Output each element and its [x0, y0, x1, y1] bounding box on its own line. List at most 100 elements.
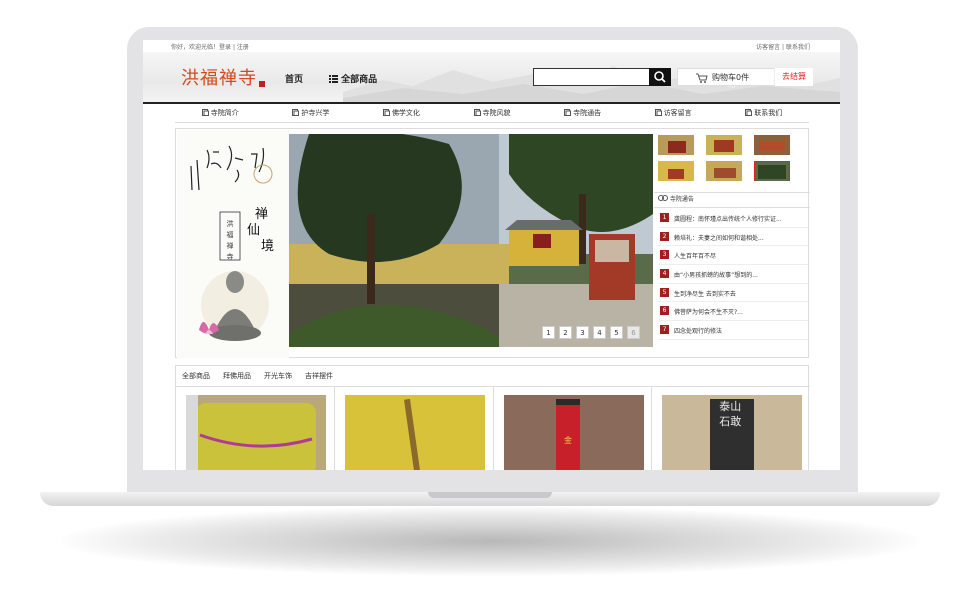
thumbnail-1[interactable] [658, 135, 694, 155]
notice-number: 4 [660, 269, 669, 279]
menu-label: 寺院简介 [210, 109, 239, 117]
site-header: 洪福禅寺 首页 全部商品 购物车0件 去结算 [143, 52, 840, 102]
thumbnail-2[interactable] [706, 135, 742, 155]
menu-item-intro[interactable]: 寺院简介 [175, 104, 266, 122]
contact-link[interactable]: 联系我们 [786, 44, 810, 51]
notice-number: 3 [660, 250, 669, 260]
logo-seal [259, 81, 265, 87]
product-card[interactable]: 金 [494, 387, 653, 470]
product-cards: 金 泰山石敢 [176, 387, 810, 470]
notice-list: 1 龚圆程：南怀瑾点出传统个人修行实证... 2 赖培礼：夫妻之间如何和谐相处...… [658, 209, 808, 340]
slider-page-1[interactable]: 1 [542, 326, 555, 339]
slider-page-5[interactable]: 5 [610, 326, 623, 339]
nav-all-products-label: 全部商品 [341, 75, 378, 85]
notice-item[interactable]: 5 生到净尽生 去到实不去 [658, 284, 808, 303]
thumbnail-3[interactable] [754, 135, 790, 155]
product-section: 全部商品 拜佛用品 开光车饰 吉祥摆件 金 泰山石敢 [175, 365, 810, 470]
buddha-calligraphy-image: 洪 福 禅 寺 禅 仙 境 [190, 145, 274, 341]
product-image-red-tube: 金 [503, 395, 644, 470]
menu-page-icon [473, 109, 481, 116]
thumbnail-4[interactable] [658, 161, 694, 181]
notice-item[interactable]: 6 佛菩萨为何会不生不灭?... [658, 302, 808, 322]
menu-item-culture[interactable]: 佛学文化 [356, 104, 447, 122]
main-menu: 寺院简介 护寺兴学 佛学文化 寺院风貌 寺院通告 访客留言 联系我们 [175, 104, 809, 122]
notice-text: 赖培礼：夫妻之间如何和谐相处... [674, 234, 764, 242]
slider-thumbnails [658, 135, 808, 187]
menu-item-notice[interactable]: 寺院通告 [537, 104, 628, 122]
menu-item-contact[interactable]: 联系我们 [718, 104, 809, 122]
menu-page-icon [382, 109, 390, 116]
menu-item-education[interactable]: 护寺兴学 [266, 104, 357, 122]
cart-icon [696, 73, 708, 83]
calligraphy-char-1: 禅 [255, 207, 268, 222]
slider-page-2[interactable]: 2 [559, 326, 572, 339]
product-card[interactable] [176, 387, 335, 470]
thumbnail-6-active[interactable] [754, 161, 790, 181]
tab-all-products[interactable]: 全部商品 [182, 371, 210, 381]
notice-header: 寺院通告 [654, 192, 810, 208]
notice-text: 四念处观行的修法 [674, 328, 723, 336]
product-card[interactable] [335, 387, 494, 470]
notice-number: 2 [660, 231, 669, 241]
product-image-yellow-cushion [186, 395, 326, 470]
greeting: 你好，欢迎光临！ [171, 44, 220, 51]
stone-inscription: 泰山石敢 [719, 400, 742, 428]
nav-home[interactable]: 首页 [285, 72, 303, 85]
slider-pagination: 1 2 3 4 5 6 [542, 326, 640, 339]
slider-page-6[interactable]: 6 [627, 326, 640, 339]
notice-number: 6 [660, 306, 669, 316]
notice-item[interactable]: 1 龚圆程：南怀瑾点出传统个人修行实证... [658, 209, 808, 228]
product-tabs: 全部商品 拜佛用品 开光车饰 吉祥摆件 [182, 371, 333, 381]
menu-page-icon [654, 109, 662, 116]
seal-char-4: 寺 [227, 253, 234, 261]
slider-page-4[interactable]: 4 [593, 326, 606, 339]
notice-text: 人生百年百不尽 [674, 253, 717, 261]
notice-item[interactable]: 4 由“小男孩抓螃的故事”想到的... [658, 265, 808, 284]
temple-courtyard-photo [289, 130, 653, 347]
notice-item[interactable]: 2 赖培礼：夫妻之间如何和谐相处... [658, 228, 808, 247]
thumbnail-5[interactable] [706, 161, 742, 181]
search-icon [654, 71, 666, 83]
banner-area: 洪 福 禅 寺 禅 仙 境 1 2 3 4 5 6 寺院通告 1 龚圆程：南怀瑾… [175, 128, 810, 358]
list-icon [329, 75, 338, 83]
notice-text: 龚圆程：南怀瑾点出传统个人修行实证... [674, 216, 782, 223]
notice-item[interactable]: 7 四念处观行的修法 [658, 321, 808, 340]
slider-page-3[interactable]: 3 [576, 326, 589, 339]
cart-label: 购物车0件 [712, 73, 750, 82]
product-card[interactable]: 泰山石敢 [652, 387, 810, 470]
menu-label: 佛学文化 [391, 109, 420, 117]
register-link[interactable]: 注册 [237, 44, 249, 51]
seal-char-2: 福 [227, 230, 234, 239]
site-logo[interactable]: 洪福禅寺 [181, 64, 257, 90]
slider-main-image[interactable] [289, 130, 653, 347]
notice-text: 佛菩萨为何会不生不灭?... [674, 309, 743, 317]
menu-label: 访客留言 [663, 109, 692, 117]
menu-item-scenery[interactable]: 寺院风貌 [447, 104, 538, 122]
top-bar: 你好，欢迎光临！登录 | 注册 访客留言 | 联系我们 [143, 40, 840, 52]
checkout-button[interactable]: 去结算 [774, 68, 813, 86]
screen: 你好，欢迎光临！登录 | 注册 访客留言 | 联系我们 洪福禅寺 首页 全部商品… [143, 40, 840, 470]
notice-icon [658, 195, 668, 201]
menu-item-guestbook[interactable]: 访客留言 [628, 104, 719, 122]
menu-label: 联系我们 [754, 109, 783, 117]
menu-page-icon [292, 109, 300, 116]
tab-car-ornaments[interactable]: 开光车饰 [264, 371, 292, 381]
seal-char-3: 禅 [227, 241, 234, 250]
notice-item[interactable]: 3 人生百年百不尽 [658, 246, 808, 266]
cart-box[interactable]: 购物车0件 去结算 [677, 68, 813, 86]
guestbook-link[interactable]: 访客留言 [756, 44, 780, 51]
tab-auspicious-ornaments[interactable]: 吉祥摆件 [305, 371, 333, 381]
login-link[interactable]: 登录 [219, 44, 231, 51]
menu-page-icon [564, 109, 572, 116]
notice-number: 1 [660, 213, 669, 222]
tab-worship-items[interactable]: 拜佛用品 [223, 371, 251, 381]
menu-rule [175, 122, 809, 123]
nav-all-products[interactable]: 全部商品 [329, 72, 377, 85]
calligraphy-char-3: 境 [261, 239, 274, 254]
seal-char-1: 洪 [227, 219, 234, 228]
laptop-notch [428, 492, 552, 498]
tube-text: 金 [564, 435, 572, 445]
notice-text: 生到净尽生 去到实不去 [674, 290, 736, 298]
menu-label: 寺院风貌 [482, 109, 511, 117]
search-button[interactable] [649, 68, 671, 86]
